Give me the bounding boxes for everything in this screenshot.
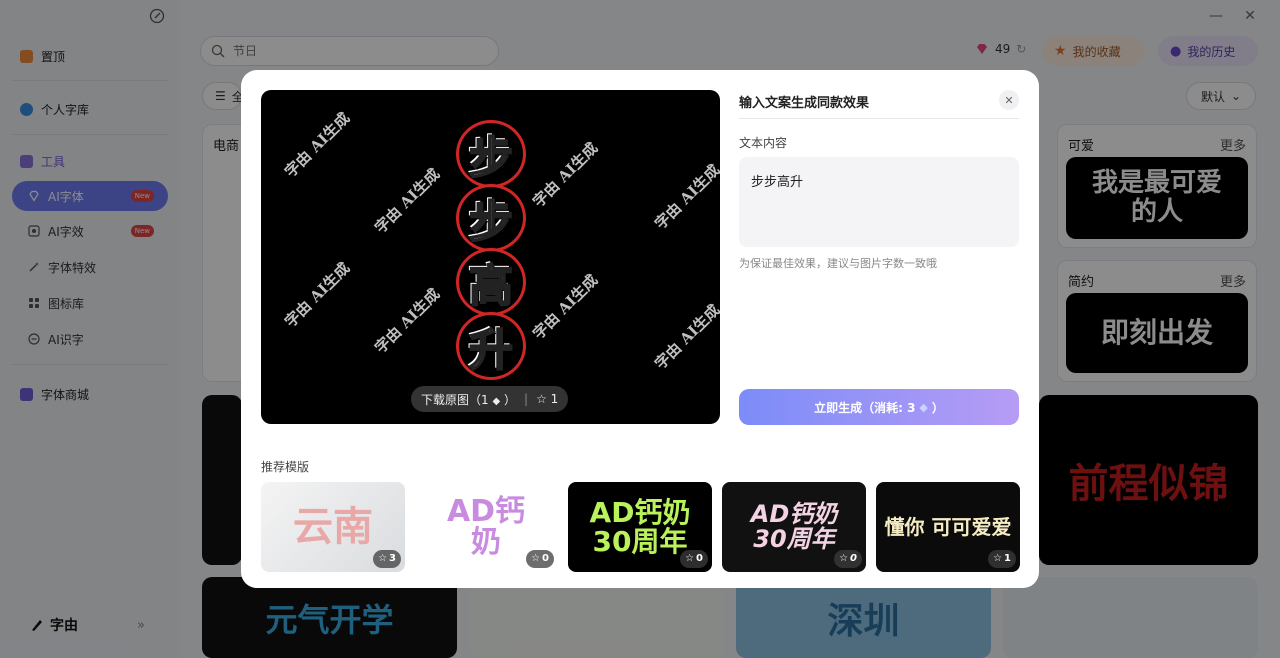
template-art: AD钙奶30周年 [750, 499, 838, 553]
watermark: 字由 AI生成 [371, 164, 444, 237]
diamond-icon: ◆ [919, 400, 928, 414]
generate-button[interactable]: 立即生成（消耗: 3 ◆ ） [739, 389, 1019, 425]
watermark: 字由 AI生成 [651, 160, 720, 233]
art-character: 高 [456, 248, 526, 316]
preview-image: 字由 AI生成 字由 AI生成 字由 AI生成 字由 AI生成 字由 AI生成 … [261, 90, 720, 424]
template-card[interactable]: 云南 ☆ 3 [261, 482, 405, 572]
modal-title: 输入文案生成同款效果 [739, 96, 870, 111]
template-card[interactable]: 懂你 可可爱爱 ☆ 1 [876, 482, 1020, 572]
art-character: 升 [456, 312, 526, 380]
diamond-icon: ◆ [492, 395, 501, 407]
generate-modal: 字由 AI生成 字由 AI生成 字由 AI生成 字由 AI生成 字由 AI生成 … [241, 70, 1039, 588]
template-art: AD钙奶30周年 [589, 495, 691, 558]
favorite-count: ☆ 1 [988, 550, 1016, 568]
favorite-count: ☆ 3 [373, 550, 401, 568]
download-bar: 下载原图（1 ◆ ） | ☆ 1 [411, 386, 569, 412]
template-card[interactable]: AD钙奶30周年 ☆ 0 [722, 482, 866, 572]
star-icon: ☆ [531, 552, 541, 564]
watermark: 字由 AI生成 [651, 300, 720, 373]
art-character: 步 [456, 184, 526, 252]
star-icon: ☆ [839, 552, 849, 564]
template-art: AD钙奶 [446, 493, 526, 560]
watermark: 字由 AI生成 [281, 108, 354, 181]
star-icon: ☆ [536, 392, 547, 406]
template-card[interactable]: AD钙奶 ☆ 0 [414, 482, 558, 572]
favorite-button[interactable]: ☆ 1 [536, 392, 558, 406]
text-field-label: 文本内容 [739, 136, 788, 150]
template-card[interactable]: AD钙奶30周年 ☆ 0 [568, 482, 712, 572]
watermark: 字由 AI生成 [281, 258, 354, 331]
close-icon[interactable]: ✕ [999, 90, 1019, 110]
watermark: 字由 AI生成 [371, 284, 444, 357]
download-button[interactable]: 下载原图（1 ◆ ） [421, 391, 516, 408]
separator: | [524, 392, 529, 406]
favorite-count: ☆ 0 [680, 550, 708, 568]
favorite-count: ☆ 0 [526, 550, 554, 568]
text-content-input[interactable]: 步步高升 [739, 157, 1019, 247]
watermark: 字由 AI生成 [529, 138, 602, 211]
favorite-count: ☆ 0 [834, 550, 862, 568]
hint-text: 为保证最佳效果，建议与图片字数一致哦 [739, 257, 937, 270]
art-character: 步 [456, 120, 526, 188]
recommend-label: 推荐模版 [261, 460, 310, 474]
template-art: 懂你 可可爱爱 [884, 514, 1012, 539]
star-icon: ☆ [993, 552, 1003, 564]
watermark: 字由 AI生成 [529, 270, 602, 343]
star-icon: ☆ [685, 552, 695, 564]
star-icon: ☆ [378, 552, 388, 564]
template-art: 云南 [293, 504, 373, 550]
generated-art: 步 步 高 升 [455, 120, 527, 380]
divider [739, 118, 1019, 119]
